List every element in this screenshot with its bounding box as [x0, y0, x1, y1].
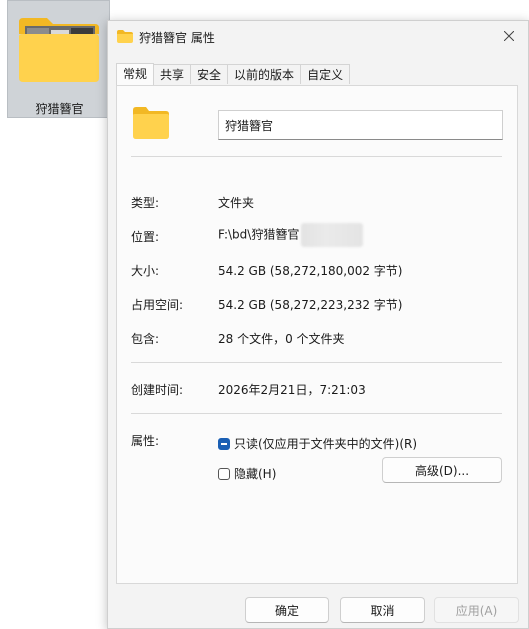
- divider: [131, 362, 502, 363]
- readonly-checkbox[interactable]: [218, 437, 230, 450]
- size-value: 54.2 GB (58,272,180,002 字节): [218, 264, 403, 278]
- readonly-checkbox-row[interactable]: 只读(仅应用于文件夹中的文件)(R): [218, 435, 417, 452]
- tab-strip: 常规 共享 安全 以前的版本 自定义: [116, 63, 351, 85]
- hidden-checkbox[interactable]: [218, 467, 230, 480]
- folder-thumbnail-icon: [19, 18, 99, 82]
- folder-icon-large: [133, 107, 169, 139]
- location-value: F:\bd\狩猎簪官: [218, 227, 300, 242]
- created-value: 2026年2月21日，7:21:03: [218, 383, 366, 397]
- divider: [131, 413, 502, 414]
- hidden-checkbox-row[interactable]: 隐藏(H): [218, 465, 276, 482]
- tab-previous-versions[interactable]: 以前的版本: [227, 64, 302, 84]
- cancel-button[interactable]: 取消: [340, 597, 425, 623]
- properties-dialog: 狩猎簪官 属性 常规 共享 安全 以前的版本 自定义 类型: 文件夹 位置: F…: [107, 20, 529, 629]
- created-label: 创建时间:: [131, 383, 184, 397]
- type-label: 类型:: [131, 196, 160, 210]
- tab-security[interactable]: 安全: [190, 64, 229, 84]
- size-label: 大小:: [131, 264, 160, 278]
- close-icon: [504, 31, 514, 41]
- disk-size-label: 占用空间:: [131, 298, 184, 312]
- folder-name-input[interactable]: [218, 110, 503, 140]
- desktop-folder-label: 狩猎簪官: [35, 102, 84, 116]
- tab-customize[interactable]: 自定义: [300, 64, 351, 84]
- attributes-label: 属性:: [131, 434, 160, 448]
- redacted-path-blur: [301, 223, 364, 247]
- location-label: 位置:: [131, 230, 160, 244]
- close-button[interactable]: [490, 21, 528, 51]
- desktop-folder-item[interactable]: 狩猎簪官: [7, 0, 110, 118]
- contains-value: 28 个文件，0 个文件夹: [218, 332, 345, 346]
- contains-label: 包含:: [131, 332, 160, 346]
- general-panel: 类型: 文件夹 位置: F:\bd\狩猎簪官 大小: 54.2 GB (58,2…: [116, 85, 518, 584]
- folder-icon: [117, 30, 133, 43]
- ok-button[interactable]: 确定: [245, 597, 329, 623]
- advanced-button[interactable]: 高级(D)...: [382, 457, 502, 483]
- window-title: 狩猎簪官 属性: [139, 31, 215, 45]
- tab-general[interactable]: 常规: [116, 63, 155, 85]
- location-row: F:\bd\狩猎簪官: [218, 223, 364, 247]
- apply-button[interactable]: 应用(A): [434, 597, 519, 623]
- title-bar[interactable]: 狩猎簪官 属性: [108, 21, 528, 51]
- type-value: 文件夹: [218, 196, 255, 210]
- readonly-label: 只读(仅应用于文件夹中的文件)(R): [234, 437, 418, 451]
- disk-size-value: 54.2 GB (58,272,223,232 字节): [218, 298, 403, 312]
- divider: [131, 156, 502, 157]
- tab-sharing[interactable]: 共享: [153, 64, 192, 84]
- hidden-label: 隐藏(H): [234, 467, 277, 481]
